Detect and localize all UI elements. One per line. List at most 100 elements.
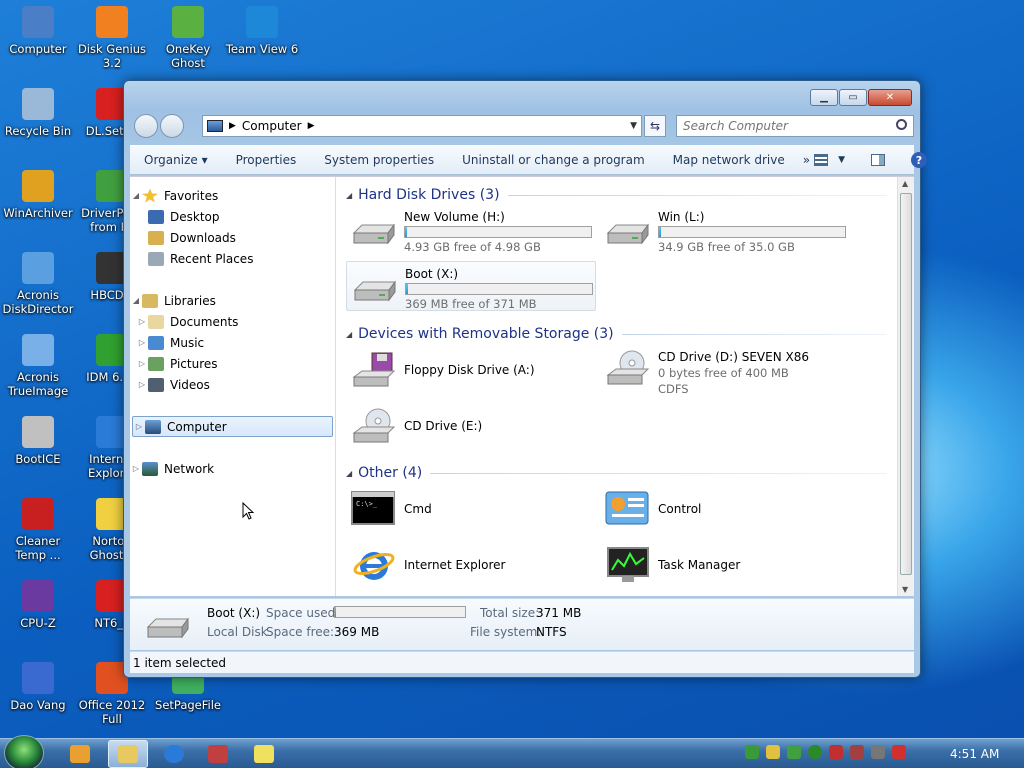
address-dropdown-icon[interactable]: ▼ <box>630 121 637 131</box>
tray-network-icon[interactable] <box>745 745 759 759</box>
nav-documents[interactable]: ▷ Documents <box>130 311 335 332</box>
desktop-item[interactable]: Computer <box>0 6 76 56</box>
item-cmd[interactable]: C:\>_ Cmd <box>346 484 596 534</box>
close-button[interactable]: ✕ <box>868 89 912 106</box>
file-list: ◢ Hard Disk Drives (3) New Volume (H:) 4.9… <box>338 177 897 596</box>
navigation-pane: ◢ Favorites Desktop Downloads Recent Plac… <box>130 177 336 596</box>
taskbar-ie[interactable] <box>154 740 194 768</box>
internet-explorer-icon <box>164 745 184 763</box>
nav-recent-places[interactable]: Recent Places <box>130 248 335 269</box>
map-network-drive-button[interactable]: Map network drive <box>659 153 799 167</box>
change-view-icon[interactable] <box>814 154 829 166</box>
breadcrumb-arrow-icon[interactable]: ▶ <box>308 121 315 131</box>
tray-flag-icon[interactable] <box>850 745 864 759</box>
search-box[interactable] <box>676 115 914 137</box>
taskbar-ghost[interactable] <box>244 740 284 768</box>
nav-desktop[interactable]: Desktop <box>130 206 335 227</box>
desktop-item[interactable]: Acronis TrueImage <box>0 334 76 398</box>
organize-button[interactable]: Organize ▾ <box>130 153 222 167</box>
nav-pictures[interactable]: ▷ Pictures <box>130 353 335 374</box>
desktop-item[interactable]: Dao Vang <box>0 662 76 712</box>
item-internet-explorer[interactable]: Internet Explorer <box>346 540 596 590</box>
collapse-icon[interactable]: ◢ <box>346 191 352 200</box>
expand-icon[interactable]: ▷ <box>136 380 148 389</box>
scroll-thumb[interactable] <box>900 193 912 575</box>
search-input[interactable] <box>683 119 883 133</box>
breadcrumb-computer[interactable]: Computer <box>242 119 302 133</box>
expand-icon[interactable]: ▷ <box>130 464 142 473</box>
tray-check-icon[interactable] <box>787 745 801 759</box>
forward-button[interactable] <box>160 114 184 138</box>
expand-icon[interactable]: ▷ <box>136 338 148 347</box>
nav-computer[interactable]: ▷ Computer <box>132 416 333 437</box>
tray-app-icon[interactable] <box>829 745 843 759</box>
tray-volume-muted-icon[interactable] <box>892 745 906 759</box>
vertical-scrollbar[interactable]: ▲ ▼ <box>897 177 914 596</box>
nav-libraries[interactable]: ◢ Libraries <box>130 290 335 311</box>
drive-x[interactable]: Boot (X:) 369 MB free of 371 MB <box>346 261 596 311</box>
drive-h[interactable]: New Volume (H:) 4.93 GB free of 4.98 GB <box>346 205 596 255</box>
expand-icon[interactable]: ▷ <box>136 359 148 368</box>
group-hard-disk-drives[interactable]: ◢ Hard Disk Drives (3) <box>346 185 887 205</box>
desktop-item[interactable]: Cleaner Temp ... <box>0 498 76 562</box>
address-bar[interactable]: ▶ Computer ▶ ▼ <box>202 115 642 137</box>
system-tray <box>745 745 906 759</box>
nav-downloads[interactable]: Downloads <box>130 227 335 248</box>
desktop-item[interactable]: Acronis DiskDirector <box>0 252 76 316</box>
search-icon[interactable] <box>896 119 907 130</box>
taskbar-explorer[interactable] <box>108 740 148 768</box>
tray-safely-remove-icon[interactable] <box>766 745 780 759</box>
scroll-up-icon[interactable]: ▲ <box>902 179 908 188</box>
nav-favorites[interactable]: ◢ Favorites <box>130 185 335 206</box>
taskbar-network-tool[interactable] <box>198 740 238 768</box>
internet-explorer-icon <box>350 546 396 584</box>
collapse-icon[interactable]: ◢ <box>346 469 352 478</box>
explorer-window: ▁ ▭ ✕ ▶ Computer ▶ ▼ ⇆ Organize ▾ Proper… <box>123 80 927 678</box>
desktop-item[interactable]: BootICE <box>0 416 76 466</box>
item-control[interactable]: Control <box>600 484 850 534</box>
item-task-manager[interactable]: Task Manager <box>600 540 850 590</box>
desktop-item[interactable]: Disk Genius 3.2 <box>74 6 150 70</box>
tray-monitor-icon[interactable] <box>871 745 885 759</box>
uninstall-button[interactable]: Uninstall or change a program <box>448 153 659 167</box>
system-properties-button[interactable]: System properties <box>310 153 448 167</box>
nav-videos[interactable]: ▷ Videos <box>130 374 335 395</box>
properties-button[interactable]: Properties <box>222 153 311 167</box>
details-pane: Boot (X:) Local Disk Space used: Space f… <box>130 598 914 650</box>
help-icon[interactable]: ? <box>910 152 927 168</box>
desktop-item[interactable]: WinArchiver <box>0 170 76 220</box>
cd-drive-e[interactable]: CD Drive (E:) <box>346 401 596 451</box>
floppy-drive-a[interactable]: Floppy Disk Drive (A:) <box>346 345 596 395</box>
drive-l[interactable]: Win (L:) 34.9 GB free of 35.0 GB <box>600 205 850 255</box>
collapse-icon[interactable]: ◢ <box>346 330 352 339</box>
collapse-icon[interactable]: ◢ <box>130 296 142 305</box>
desktop-item[interactable]: CPU-Z <box>0 580 76 630</box>
cd-drive-d[interactable]: CD Drive (D:) SEVEN X86 0 bytes free of 4… <box>600 345 850 396</box>
maximize-button[interactable]: ▭ <box>839 89 867 106</box>
refresh-button[interactable]: ⇆ <box>644 115 666 137</box>
more-commands-button[interactable]: » <box>799 153 814 167</box>
preview-pane-icon[interactable] <box>870 154 885 166</box>
nav-network[interactable]: ▷ Network <box>130 458 335 479</box>
group-other[interactable]: ◢ Other (4) <box>346 463 887 483</box>
nav-music[interactable]: ▷ Music <box>130 332 335 353</box>
start-button[interactable] <box>4 735 44 768</box>
minimize-button[interactable]: ▁ <box>810 89 838 106</box>
collapse-icon[interactable]: ◢ <box>130 191 142 200</box>
group-removable-storage[interactable]: ◢ Devices with Removable Storage (3) <box>346 324 887 344</box>
scroll-down-icon[interactable]: ▼ <box>902 585 908 594</box>
computer-icon <box>22 6 54 38</box>
expand-icon[interactable]: ▷ <box>136 317 148 326</box>
clock[interactable]: 4:51 AM <box>950 747 999 761</box>
cpuz-icon <box>22 580 54 612</box>
expand-icon[interactable]: ▷ <box>133 422 145 431</box>
desktop-item[interactable]: Team View 6 <box>224 6 300 56</box>
tray-play-icon[interactable] <box>808 745 822 759</box>
view-dropdown-icon[interactable]: ▼ <box>838 155 845 165</box>
back-button[interactable] <box>134 114 158 138</box>
acronis-diskdirector-icon <box>22 252 54 284</box>
desktop-item[interactable]: OneKey Ghost <box>150 6 226 70</box>
taskbar-media-player[interactable] <box>60 740 100 768</box>
desktop-item[interactable]: Recycle Bin <box>0 88 76 138</box>
details-space-used-label: Space used: <box>266 606 340 620</box>
